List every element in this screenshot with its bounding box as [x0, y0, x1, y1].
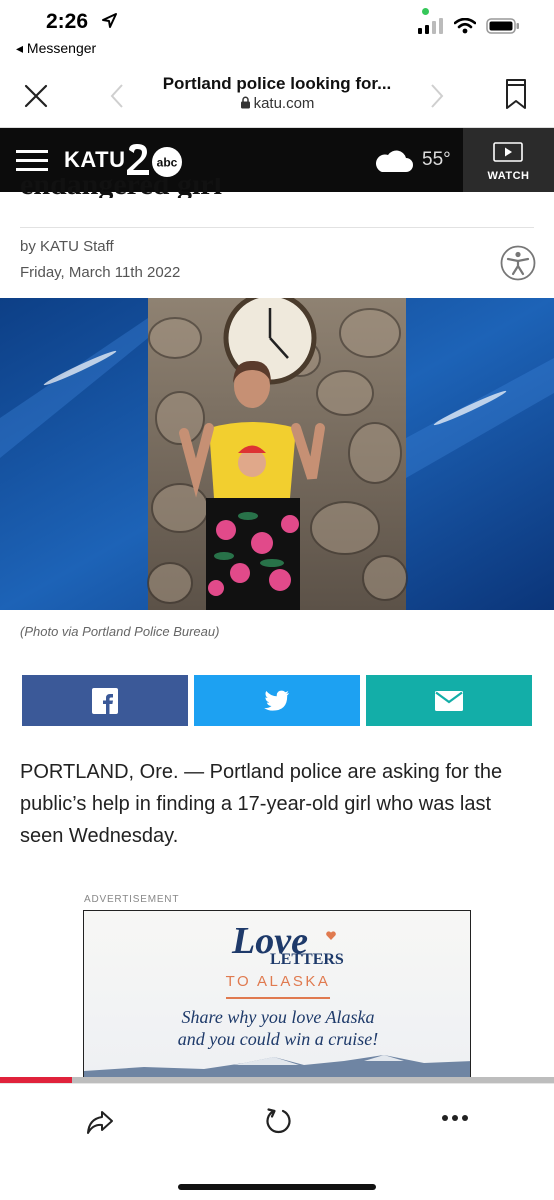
- location-arrow-icon: [102, 13, 117, 28]
- url-bar[interactable]: katu.com: [140, 95, 414, 112]
- article-headline: endangered girl: [20, 178, 540, 198]
- article-body-paragraph: PORTLAND, Ore. — Portland police are ask…: [20, 761, 503, 847]
- advertisement-banner[interactable]: Love LETTERS TO ALASKA Share why you lov…: [83, 910, 471, 1080]
- url-text: katu.com: [253, 95, 315, 112]
- privacy-indicator-icon: [422, 8, 429, 15]
- wifi-icon: [454, 18, 476, 34]
- browser-toolbar: [0, 1083, 554, 1200]
- cloudy-weather-icon: [375, 150, 413, 172]
- browser-header: Portland police looking for... katu.com: [0, 62, 554, 128]
- ad-divider: [226, 997, 330, 999]
- system-icons: [418, 18, 520, 34]
- hamburger-menu-icon[interactable]: [16, 150, 48, 172]
- bookmark-icon[interactable]: [504, 78, 528, 110]
- missing-girl-photo: [0, 298, 554, 610]
- email-envelope-icon: [435, 690, 463, 711]
- cellular-signal-icon: [418, 18, 443, 34]
- ad-tagline-line1: Share why you love Alaska: [181, 1007, 375, 1027]
- play-video-icon: [493, 142, 523, 162]
- close-icon[interactable]: [22, 82, 50, 110]
- heart-icon: [326, 931, 336, 940]
- weather-widget[interactable]: 55°: [372, 146, 451, 174]
- katu-logo[interactable]: KATU abc: [64, 142, 187, 178]
- share-arrow-icon[interactable]: [84, 1106, 116, 1138]
- twitter-icon: [264, 690, 289, 711]
- ad-title-to-alaska: TO ALASKA: [225, 973, 331, 990]
- facebook-icon: [92, 687, 118, 714]
- svg-text:abc: abc: [157, 156, 178, 170]
- headline-text: endangered girl: [20, 178, 222, 198]
- ad-mountains-image: [84, 1055, 470, 1079]
- divider: [20, 227, 534, 228]
- battery-icon: [486, 18, 519, 34]
- temperature: 55°: [422, 149, 451, 170]
- ad-tagline-line2: and you could win a cruise!: [177, 1029, 379, 1049]
- share-twitter-button[interactable]: [194, 675, 360, 726]
- status-bar: 2:26 ◂ Messenger: [0, 0, 554, 62]
- share-email-button[interactable]: [366, 675, 532, 726]
- article-byline: by KATU Staff: [20, 238, 114, 255]
- article-date: Friday, March 11th 2022: [20, 264, 181, 281]
- clock: 2:26: [46, 10, 89, 33]
- logo-text: KATU: [64, 147, 126, 172]
- share-facebook-button[interactable]: [22, 675, 188, 726]
- katu-2-abc-logo-icon: abc: [127, 144, 183, 177]
- photo-caption: (Photo via Portland Police Bureau): [20, 624, 220, 639]
- chevron-right-icon[interactable]: [428, 82, 446, 110]
- back-to-app-link[interactable]: ◂ Messenger: [16, 40, 96, 57]
- lock-icon: [240, 96, 250, 109]
- ad-title-letters: LETTERS: [270, 951, 344, 968]
- more-options-icon[interactable]: [440, 1112, 470, 1124]
- article-photo[interactable]: [0, 298, 554, 610]
- page-title: Portland police looking for...: [162, 74, 392, 93]
- accessibility-icon[interactable]: [500, 245, 536, 281]
- chevron-left-icon[interactable]: [108, 82, 126, 110]
- home-indicator[interactable]: [178, 1184, 376, 1190]
- advertisement-label: ADVERTISEMENT: [84, 894, 180, 905]
- reload-icon[interactable]: [262, 1104, 294, 1136]
